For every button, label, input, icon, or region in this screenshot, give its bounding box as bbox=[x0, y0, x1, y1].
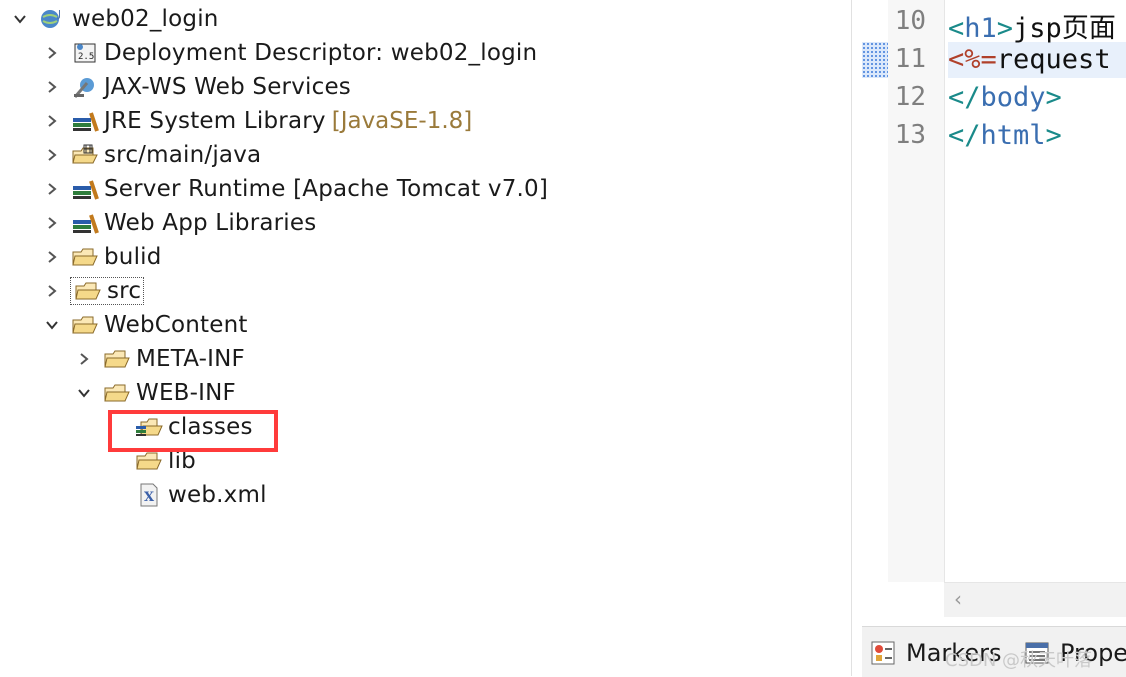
tree-item-label: web02_login bbox=[72, 6, 219, 32]
line-number-gutter: 10 11 12 13 bbox=[888, 0, 945, 582]
change-marker bbox=[862, 42, 888, 78]
chevron-right-icon[interactable] bbox=[40, 143, 64, 167]
library-icon bbox=[70, 176, 100, 202]
tree-item-webcontent[interactable]: WebContent bbox=[40, 308, 248, 342]
folder-icon bbox=[70, 244, 100, 270]
source-folder-icon bbox=[70, 142, 100, 168]
horizontal-scrollbar[interactable]: ‹ bbox=[944, 582, 1126, 617]
line-number: 12 bbox=[894, 82, 926, 112]
tree-item-server-runtime[interactable]: Server Runtime [Apache Tomcat v7.0] bbox=[40, 172, 548, 206]
chevron-right-icon[interactable] bbox=[40, 109, 64, 133]
tree-item-label: src/main/java bbox=[104, 142, 262, 168]
tree-item-web-app-libraries[interactable]: Web App Libraries bbox=[40, 206, 316, 240]
svg-text:J: J bbox=[57, 9, 61, 20]
tree-item-label: bulid bbox=[104, 244, 162, 270]
code-line: </html> bbox=[948, 120, 1062, 151]
tree-item-label: WEB-INF bbox=[136, 380, 236, 406]
line-number: 10 bbox=[894, 6, 926, 36]
markers-icon bbox=[871, 641, 895, 665]
library-icon bbox=[70, 210, 100, 236]
tree-item-web-services[interactable]: JAX-WS Web Services bbox=[40, 70, 351, 104]
chevron-down-icon[interactable] bbox=[72, 381, 96, 405]
tree-item-web-inf[interactable]: WEB-INF bbox=[72, 376, 236, 410]
chevron-right-icon[interactable] bbox=[40, 245, 64, 269]
chevron-right-icon[interactable] bbox=[72, 347, 96, 371]
chevron-right-icon[interactable] bbox=[40, 211, 64, 235]
folder-icon bbox=[102, 380, 132, 406]
code-line: <%=request bbox=[948, 44, 1111, 75]
tree-item-web-xml[interactable]: X web.xml bbox=[134, 478, 267, 512]
chevron-right-icon[interactable] bbox=[40, 41, 64, 65]
folder-icon bbox=[70, 312, 100, 338]
chevron-down-icon[interactable] bbox=[40, 313, 64, 337]
tree-item-src[interactable]: src bbox=[40, 274, 145, 308]
line-number: 11 bbox=[894, 44, 926, 74]
tree-item-label: WebContent bbox=[104, 312, 248, 338]
project-explorer: J web02_login 2.5 Deployment Descriptor:… bbox=[0, 0, 852, 676]
tree-item-deployment-descriptor[interactable]: 2.5 Deployment Descriptor: web02_login bbox=[40, 36, 537, 70]
tree-item-meta-inf[interactable]: META-INF bbox=[72, 342, 245, 376]
chevron-right-icon[interactable] bbox=[40, 75, 64, 99]
svg-text:2.5: 2.5 bbox=[78, 52, 94, 62]
deployment-descriptor-icon: 2.5 bbox=[70, 40, 100, 66]
tree-item-label: Deployment Descriptor: web02_login bbox=[104, 40, 538, 66]
tree-item-label: src bbox=[107, 278, 142, 304]
tree-item-decoration: [JavaSE-1.8] bbox=[331, 108, 473, 134]
chevron-down-icon[interactable] bbox=[8, 7, 32, 31]
folder-icon bbox=[73, 278, 103, 304]
tree-item-label: Web App Libraries bbox=[104, 210, 317, 236]
tree-item-label: JRE System Library bbox=[104, 108, 326, 134]
code-editor[interactable]: 10 11 12 13 <h1>jsp页面 <%=request </body>… bbox=[862, 0, 1126, 620]
highlight-box bbox=[108, 410, 278, 452]
web-services-icon bbox=[70, 74, 100, 100]
tree-item-project[interactable]: J web02_login bbox=[8, 2, 219, 36]
chevron-right-icon[interactable] bbox=[40, 279, 64, 303]
tree-item-jre-library[interactable]: JRE System Library [JavaSE-1.8] bbox=[40, 104, 472, 138]
watermark: CSDN @秋天叶落 bbox=[945, 650, 1093, 671]
tree-item-label: web.xml bbox=[168, 482, 267, 508]
tree-item-bulid[interactable]: bulid bbox=[40, 240, 162, 274]
chevron-right-icon[interactable] bbox=[40, 177, 64, 201]
tree-item-label: JAX-WS Web Services bbox=[104, 74, 351, 100]
folder-icon bbox=[102, 346, 132, 372]
tree-item-label: Server Runtime [Apache Tomcat v7.0] bbox=[104, 176, 549, 202]
svg-text:X: X bbox=[144, 490, 155, 505]
library-icon bbox=[70, 108, 100, 134]
tree-item-src-main-java[interactable]: src/main/java bbox=[40, 138, 261, 172]
scroll-left-icon[interactable]: ‹ bbox=[954, 587, 962, 611]
code-line: </body> bbox=[948, 82, 1062, 113]
xml-file-icon: X bbox=[134, 482, 164, 508]
web-project-icon: J bbox=[38, 6, 68, 32]
code-line: <h1>jsp页面 bbox=[948, 13, 1116, 44]
line-number: 13 bbox=[894, 120, 926, 150]
tree-item-label: META-INF bbox=[136, 346, 245, 372]
